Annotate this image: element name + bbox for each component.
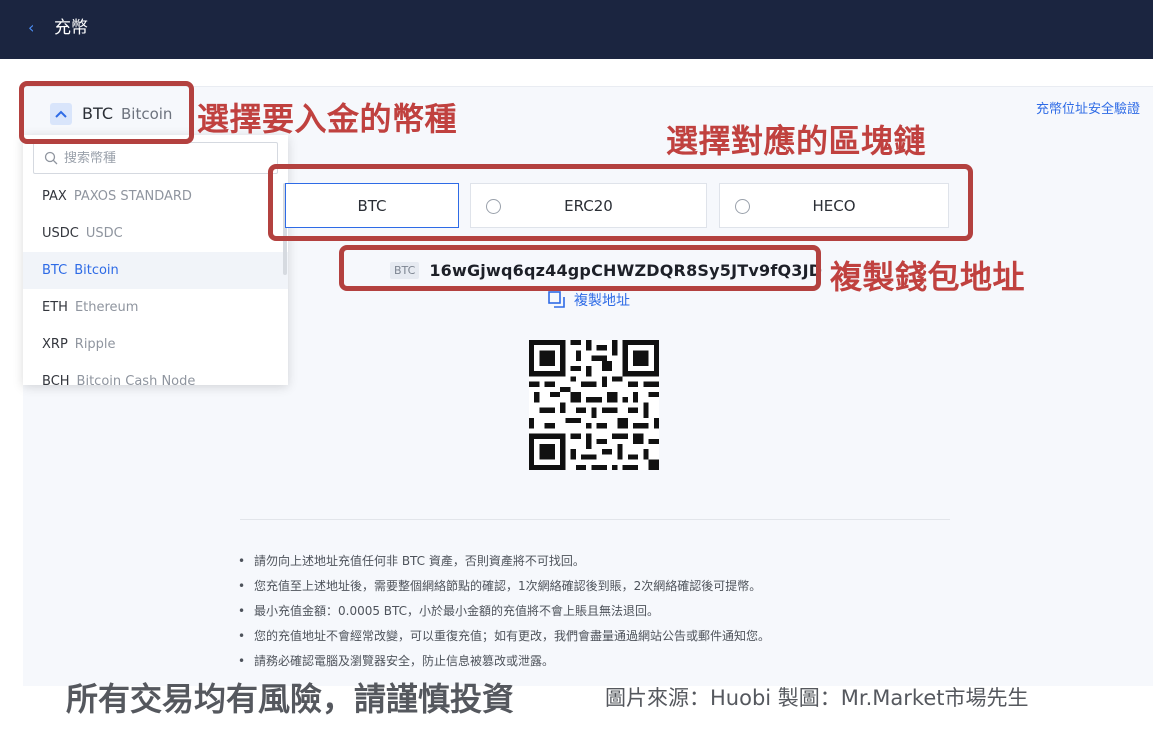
coin-item-xrp[interactable]: XRP Ripple	[23, 326, 288, 363]
coin-item-symbol: ETH	[42, 300, 68, 315]
coin-item-symbol: PAX	[42, 189, 67, 204]
image-source-credit: 圖片來源：Huobi 製圖：Mr.Market市場先生	[605, 686, 1029, 710]
coin-item-symbol: BCH	[42, 374, 70, 385]
coin-dropdown: PAX PAXOS STANDARD USDC USDC BTC Bitcoin…	[23, 135, 288, 385]
note-item: • 您的充值地址不會經常改變，可以重復充值；如有更改，我們會盡量通過網站公告或郵件…	[238, 628, 771, 644]
annotation-copy-address: 複製錢包地址	[830, 258, 1026, 296]
coin-item-bch[interactable]: BCH Bitcoin Cash Node	[23, 363, 288, 385]
address-security-verify-link[interactable]: 充幣位址安全驗證	[1036, 101, 1140, 119]
copy-icon	[548, 291, 565, 308]
back-chevron-icon[interactable]: ‹	[28, 18, 34, 38]
coin-item-eth[interactable]: ETH Ethereum	[23, 289, 288, 326]
coin-item-pax[interactable]: PAX PAXOS STANDARD	[23, 178, 288, 215]
coin-search-input[interactable]	[64, 150, 264, 166]
coin-item-symbol: XRP	[42, 337, 68, 352]
deposit-notes: • 請勿向上述地址充值任何非 BTC 資產，否則資產將不可找回。 • 您充值至上述地…	[238, 548, 938, 673]
annotation-box-coin	[19, 81, 194, 144]
coin-search-box[interactable]	[33, 142, 278, 174]
search-icon	[44, 151, 58, 165]
page-title: 充幣	[54, 18, 88, 38]
deposit-qr-code	[529, 340, 659, 470]
note-item: • 最小充值金額：0.0005 BTC，小於最小金額的充值將不會上賬且無法退回。	[238, 603, 660, 619]
annotation-select-coin: 選擇要入金的幣種	[197, 100, 458, 138]
coin-item-name: Bitcoin Cash Node	[76, 374, 196, 385]
copy-address-button[interactable]: 複製地址	[548, 290, 630, 310]
copy-address-label: 複製地址	[574, 293, 630, 309]
note-item: • 請務必確認電腦及瀏覽器安全，防止信息被篡改或泄露。	[238, 653, 555, 669]
annotation-select-chain: 選擇對應的區塊鏈	[666, 122, 927, 160]
annotation-box-chain	[268, 164, 973, 241]
coin-item-usdc[interactable]: USDC USDC	[23, 215, 288, 252]
note-item: • 請勿向上述地址充值任何非 BTC 資產，否則資產將不可找回。	[238, 553, 585, 569]
annotation-box-address	[339, 245, 821, 291]
top-bar: ‹ 充幣	[0, 0, 1153, 59]
coin-item-name: Ripple	[74, 337, 116, 352]
coin-item-name: Ethereum	[74, 300, 139, 315]
coin-item-name: USDC	[85, 226, 123, 241]
coin-item-symbol: BTC	[42, 263, 68, 278]
coin-item-name: Bitcoin	[74, 263, 119, 278]
coin-item-name: PAXOS STANDARD	[73, 189, 192, 204]
risk-warning: 所有交易均有風險，請謹慎投資	[66, 680, 515, 718]
coin-item-btc[interactable]: BTC Bitcoin	[23, 252, 288, 289]
coin-list: PAX PAXOS STANDARD USDC USDC BTC Bitcoin…	[23, 178, 288, 385]
note-item: • 您充值至上述地址後，需要整個網絡節點的確認，1次網絡確認後到賬，2次網絡確認後…	[238, 578, 762, 594]
section-divider	[240, 519, 950, 520]
coin-item-symbol: USDC	[42, 226, 79, 241]
